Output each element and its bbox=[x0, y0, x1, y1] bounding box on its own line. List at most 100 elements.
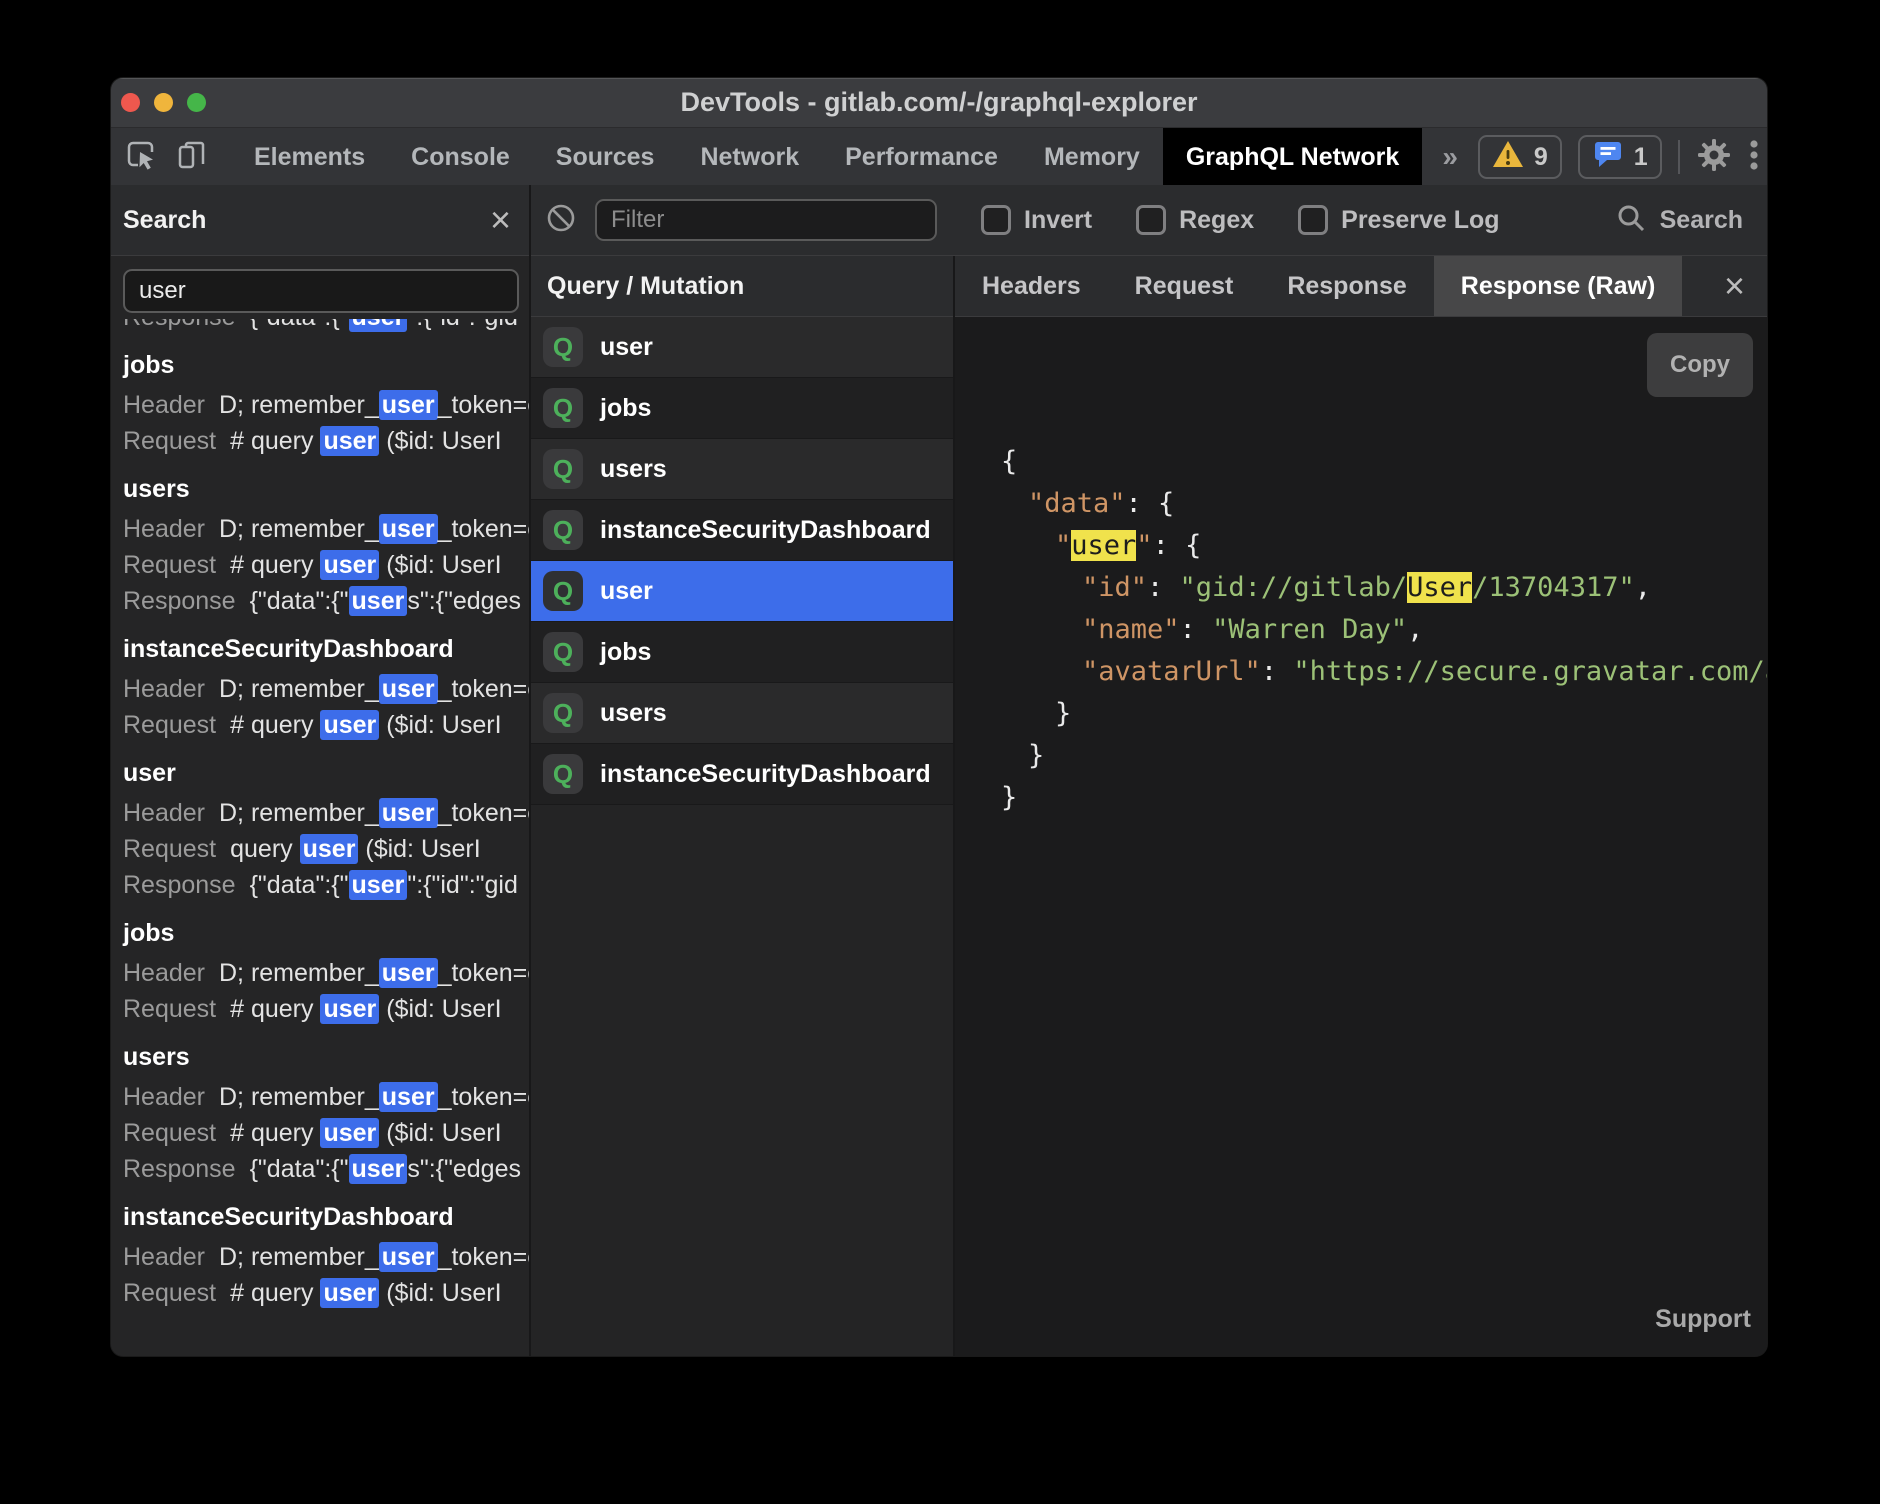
result-value: D; remember_user_token=e bbox=[219, 514, 529, 544]
clear-log-icon[interactable] bbox=[545, 202, 577, 239]
support-link[interactable]: Support bbox=[1655, 1298, 1751, 1340]
detail-tab-headers[interactable]: Headers bbox=[955, 256, 1108, 316]
kebab-menu-icon[interactable] bbox=[1748, 137, 1760, 178]
result-text: {"data":{" bbox=[250, 587, 349, 615]
close-detail-panel-icon[interactable]: × bbox=[1724, 268, 1745, 304]
result-group-title[interactable]: instanceSecurityDashboard bbox=[123, 1195, 529, 1239]
result-text: query bbox=[230, 835, 299, 863]
detail-tab-response-raw[interactable]: Response (Raw) bbox=[1434, 256, 1682, 316]
search-result-line[interactable]: Request# query user ($id: UserI bbox=[123, 1275, 529, 1311]
query-type-badge: Q bbox=[543, 754, 583, 794]
preserve-log-checkbox[interactable] bbox=[1298, 205, 1328, 235]
search-result-line[interactable]: HeaderD; remember_user_token=e bbox=[123, 1079, 529, 1115]
result-group-title[interactable]: users bbox=[123, 467, 529, 511]
query-row-instancesecuritydashboard[interactable]: QinstanceSecurityDashboard bbox=[531, 500, 953, 561]
highlighted-match: user bbox=[379, 798, 438, 828]
result-group-title[interactable]: user bbox=[123, 751, 529, 795]
tab-sources[interactable]: Sources bbox=[533, 128, 678, 186]
query-row-user[interactable]: Quser bbox=[531, 561, 953, 622]
json-token: : { bbox=[1153, 530, 1202, 561]
close-search-panel-icon[interactable]: × bbox=[490, 202, 511, 238]
search-result-line[interactable]: Request# query user ($id: UserI bbox=[123, 1115, 529, 1151]
close-window-button[interactable] bbox=[121, 93, 140, 112]
filter-option-regex[interactable]: Regex bbox=[1136, 205, 1254, 235]
inspect-element-icon[interactable] bbox=[125, 138, 159, 177]
result-value: # query user ($id: UserI bbox=[230, 994, 501, 1024]
search-result-line[interactable]: Response{"data":{"users":{"edges bbox=[123, 583, 529, 619]
json-token: : bbox=[1261, 656, 1294, 687]
toolbar-search[interactable]: Search bbox=[1616, 203, 1743, 238]
issues-badge[interactable]: 1 bbox=[1578, 135, 1662, 179]
invert-checkbox[interactable] bbox=[981, 205, 1011, 235]
result-text: ($id: UserI bbox=[379, 427, 501, 455]
search-result-line[interactable]: Request# query user ($id: UserI bbox=[123, 547, 529, 583]
minimize-window-button[interactable] bbox=[154, 93, 173, 112]
tab-memory[interactable]: Memory bbox=[1021, 128, 1163, 186]
result-text: D; remember_ bbox=[219, 1243, 379, 1271]
search-result-line[interactable]: Response{"data":{"user":{"id":"gid bbox=[123, 867, 529, 903]
regex-checkbox[interactable] bbox=[1136, 205, 1166, 235]
search-result-line[interactable]: Request# query user ($id: UserI bbox=[123, 423, 529, 459]
search-result-line[interactable]: HeaderD; remember_user_token=e bbox=[123, 387, 529, 423]
result-value: # query user ($id: UserI bbox=[230, 426, 501, 456]
query-row-instancesecuritydashboard[interactable]: QinstanceSecurityDashboard bbox=[531, 744, 953, 805]
detail-panel: HeadersRequestResponseResponse (Raw) × {… bbox=[955, 256, 1767, 1356]
filter-option-preserve-log[interactable]: Preserve Log bbox=[1298, 205, 1499, 235]
query-row-user[interactable]: Quser bbox=[531, 317, 953, 378]
filter-input[interactable] bbox=[595, 199, 937, 241]
search-panel-title: Search bbox=[123, 206, 206, 235]
json-token: : { bbox=[1126, 488, 1175, 519]
search-match-highlight: User bbox=[1407, 572, 1472, 603]
settings-gear-icon[interactable] bbox=[1696, 137, 1732, 178]
detail-tab-response[interactable]: Response bbox=[1260, 256, 1433, 316]
json-line: } bbox=[955, 693, 1767, 735]
query-row-jobs[interactable]: Qjobs bbox=[531, 622, 953, 683]
search-result-line[interactable]: Response{"data":{"users":{"edges bbox=[123, 1151, 529, 1187]
zoom-window-button[interactable] bbox=[187, 93, 206, 112]
json-token: " bbox=[1136, 530, 1152, 561]
result-field-label: Request bbox=[123, 835, 216, 863]
search-result-line[interactable]: Requestquery user ($id: UserI bbox=[123, 831, 529, 867]
search-result-line[interactable]: Header D; remember_user_token=e bbox=[123, 511, 529, 547]
tab-elements[interactable]: Elements bbox=[231, 128, 388, 186]
search-result-group: usersHeaderD; remember_user_token=eReque… bbox=[123, 1035, 529, 1187]
search-input[interactable] bbox=[123, 269, 519, 313]
result-text: _token=e bbox=[438, 799, 529, 827]
json-line: "avatarUrl": "https://secure.gravatar.co… bbox=[955, 651, 1767, 693]
query-row-users[interactable]: Qusers bbox=[531, 683, 953, 744]
search-result-line[interactable]: HeaderD; remember_user_token=e bbox=[123, 1239, 529, 1275]
search-result-line[interactable]: Response{"data":{"user":{"id":"gid bbox=[123, 319, 529, 335]
search-result-line[interactable]: HeaderD; remember_user_token=e bbox=[123, 955, 529, 991]
filter-option-invert[interactable]: Invert bbox=[981, 205, 1092, 235]
query-row-label: jobs bbox=[600, 394, 651, 423]
search-result-line[interactable]: HeaderD; remember_user_token=e bbox=[123, 795, 529, 831]
result-group-title[interactable]: jobs bbox=[123, 911, 529, 955]
result-group-title[interactable]: users bbox=[123, 1035, 529, 1079]
search-result-line[interactable]: HeaderD; remember_user_token=e bbox=[123, 671, 529, 707]
result-group-title[interactable]: instanceSecurityDashboard bbox=[123, 627, 529, 671]
query-row-jobs[interactable]: Qjobs bbox=[531, 378, 953, 439]
query-type-badge: Q bbox=[543, 449, 583, 489]
result-value: D; remember_user_token=e bbox=[219, 390, 529, 420]
query-list-rows: QuserQjobsQusersQinstanceSecurityDashboa… bbox=[531, 317, 953, 805]
more-tabs-chevron[interactable]: » bbox=[1422, 141, 1478, 173]
search-result-line[interactable]: Request# query user ($id: UserI bbox=[123, 707, 529, 743]
tab-network[interactable]: Network bbox=[677, 128, 822, 186]
copy-button[interactable]: Copy bbox=[1647, 333, 1753, 397]
warnings-badge[interactable]: 9 bbox=[1478, 135, 1562, 179]
highlighted-match: user bbox=[349, 586, 408, 616]
detail-tab-request[interactable]: Request bbox=[1108, 256, 1261, 316]
device-toolbar-icon[interactable] bbox=[175, 138, 209, 177]
result-text: D; remember_ bbox=[219, 799, 379, 827]
tab-performance[interactable]: Performance bbox=[822, 128, 1021, 186]
search-result-group: jobsHeaderD; remember_user_token=eReques… bbox=[123, 911, 529, 1027]
tab-graphql-network[interactable]: GraphQL Network bbox=[1163, 128, 1422, 186]
json-token: "Warren Day" bbox=[1212, 614, 1407, 645]
search-result-line[interactable]: Request# query user ($id: UserI bbox=[123, 991, 529, 1027]
result-group-title[interactable]: jobs bbox=[123, 343, 529, 387]
tab-console[interactable]: Console bbox=[388, 128, 533, 186]
toolbar-divider bbox=[1678, 140, 1680, 174]
result-field-label: Header bbox=[123, 515, 205, 543]
query-row-users[interactable]: Qusers bbox=[531, 439, 953, 500]
json-token: : bbox=[1147, 572, 1180, 603]
